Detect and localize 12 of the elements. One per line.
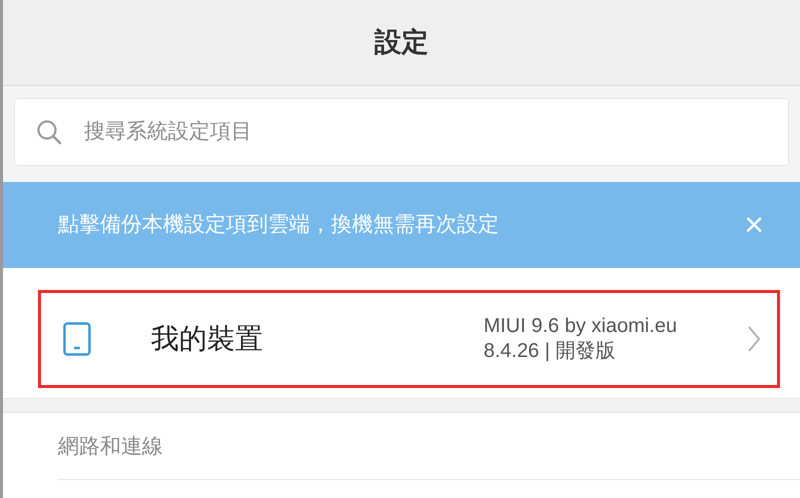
device-detail: 8.4.26 | 開發版 [484,339,616,364]
search-field[interactable]: 搜尋系統設定項目 [14,98,789,166]
chevron-icon [747,325,761,353]
tablet-icon [63,322,91,356]
backup-banner[interactable]: 點擊備份本機設定項到雲端，換機無需再次設定 × [3,182,800,268]
page-title: 設定 [374,26,428,60]
device-detail: MIUI 9.6 by xiaomi.eu [484,314,677,339]
device-label: 我的裝置 [151,322,263,356]
banner-text: 點擊備份本機設定項到雲端，換機無需再次設定 [58,212,499,238]
device-row[interactable]: 我的裝置 MIUI 9.6 by xiaomi.eu 8.4.26 | 開發版 [38,290,780,388]
close-button[interactable]: × [744,208,764,242]
section-header: 網路和連線 [58,431,800,480]
